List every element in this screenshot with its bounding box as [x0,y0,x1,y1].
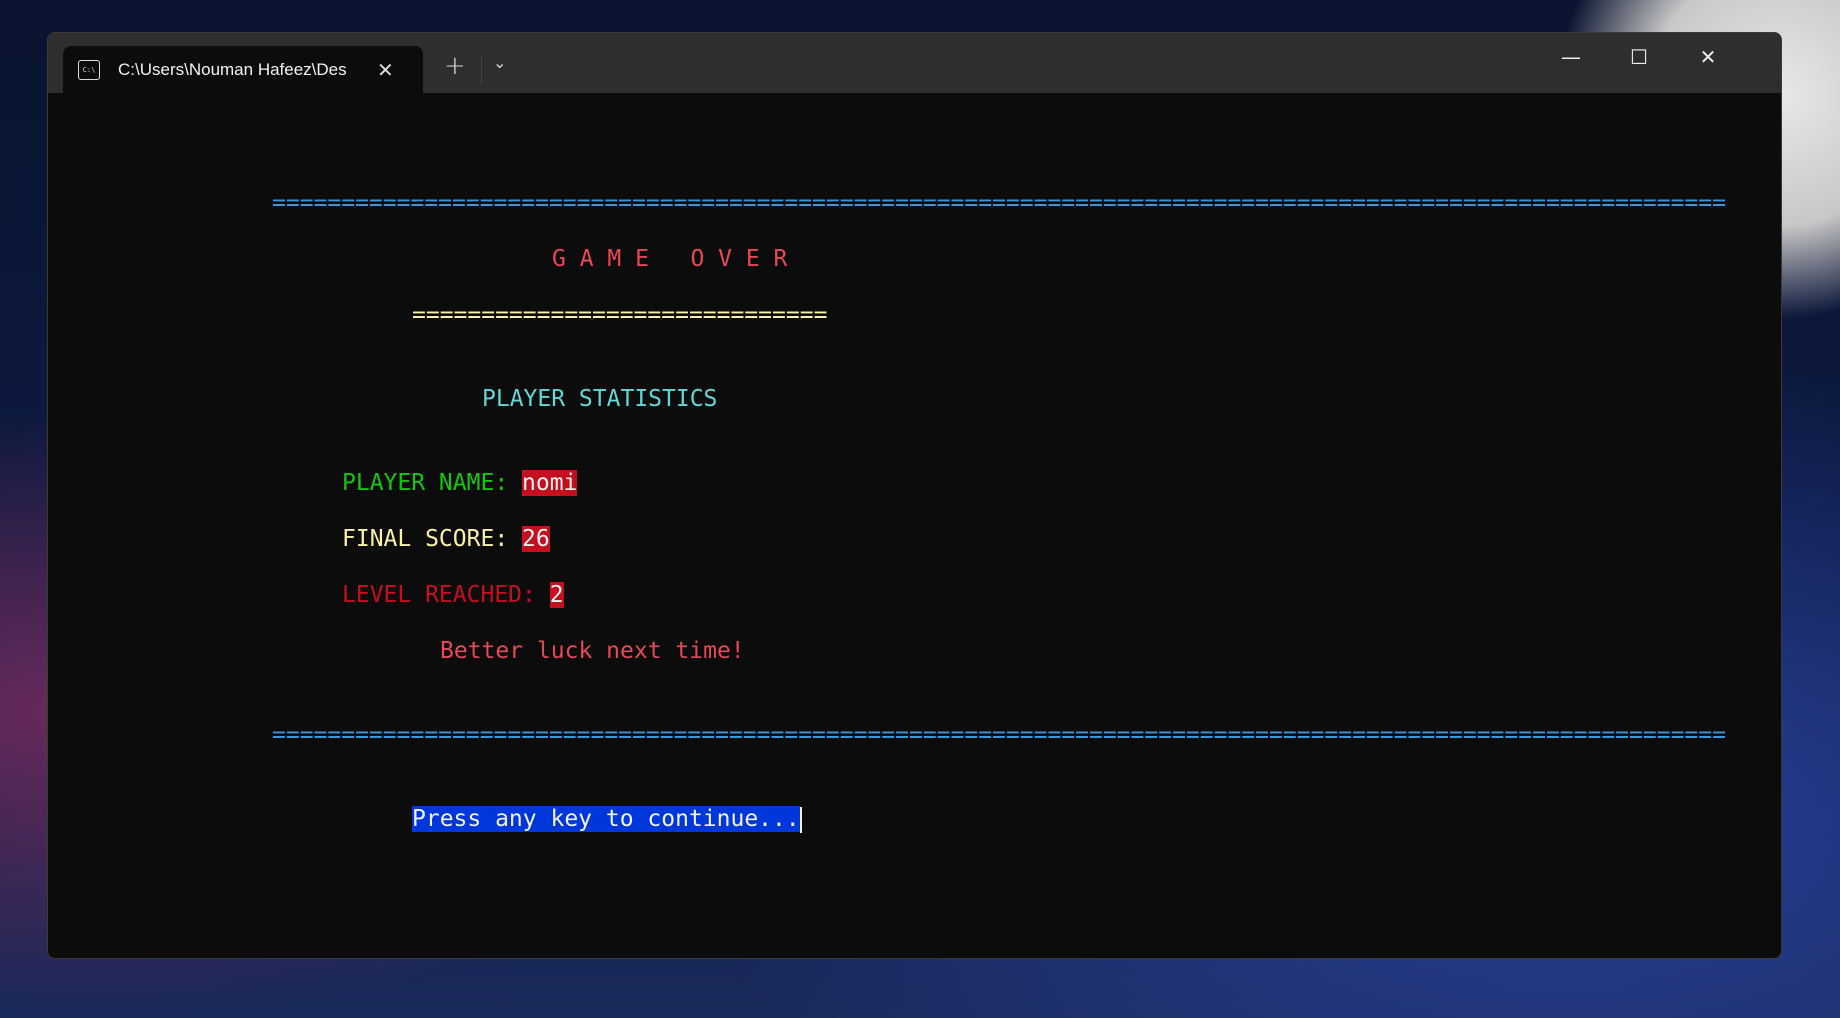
terminal-window: C:\ C:\Users\Nouman Hafeez\Des ✕ + ⌄ — ☐… [47,32,1782,959]
close-window-button[interactable]: ✕ [1688,45,1728,69]
divider [481,55,482,85]
player-name-line: PLAYER NAME: nomi [342,469,578,497]
text-cursor [799,806,802,833]
tab-terminal[interactable]: C:\ C:\Users\Nouman Hafeez\Des ✕ [63,46,423,93]
level-value: 2 [549,582,564,608]
close-tab-icon[interactable]: ✕ [377,58,394,82]
player-name-label: PLAYER NAME: [342,470,523,496]
game-over-title: G A M E O V E R [552,246,788,272]
maximize-button[interactable]: ☐ [1619,45,1659,69]
continue-prompt: Press any key to continue... [412,806,800,832]
player-name-value: nomi [522,470,578,496]
final-score-line: FINAL SCORE: 26 [342,525,550,553]
final-score-value: 26 [522,526,550,552]
level-line: LEVEL REACHED: 2 [342,581,564,609]
console-icon: C:\ [78,59,100,80]
prompt-line: Press any key to continue... [412,805,802,833]
title-underline: ============================== [412,302,828,328]
minimize-button[interactable]: — [1551,45,1591,69]
level-label: LEVEL REACHED: [342,582,550,608]
final-score-label: FINAL SCORE: [342,526,523,552]
chevron-down-icon[interactable]: ⌄ [493,53,506,72]
stats-heading: PLAYER STATISTICS [482,386,718,412]
title-bar: C:\ C:\Users\Nouman Hafeez\Des ✕ + ⌄ — ☐… [48,33,1781,93]
new-tab-button[interactable]: + [444,51,466,81]
separator-top: ========================================… [272,190,1726,216]
tab-title: C:\Users\Nouman Hafeez\Des [118,59,347,79]
terminal-output[interactable]: ========================================… [272,189,1726,833]
message: Better luck next time! [440,638,745,664]
separator-bottom: ========================================… [272,722,1726,748]
